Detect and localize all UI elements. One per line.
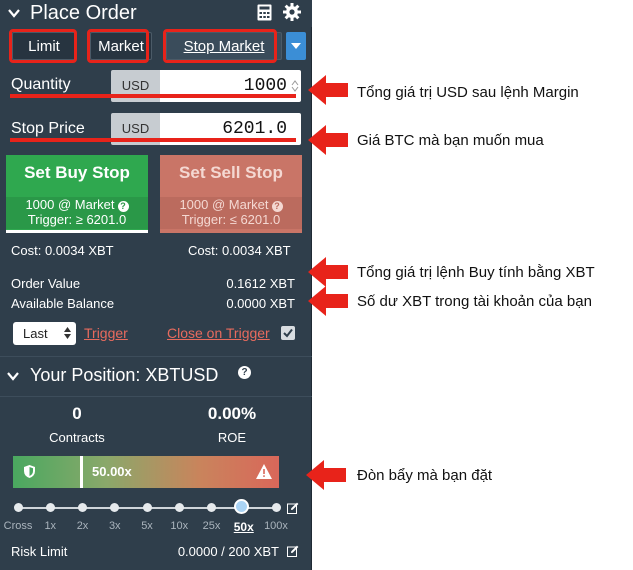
trigger-type-value: Last	[23, 326, 48, 341]
stop-price-label: Stop Price	[11, 120, 85, 137]
chevron-down-icon[interactable]	[7, 6, 21, 20]
arrow-left-icon	[308, 125, 348, 155]
leverage-bar[interactable]: 50.00x	[13, 456, 279, 488]
position-divider	[0, 396, 312, 397]
warning-icon	[256, 464, 272, 479]
order-value: 0.1612 XBT	[226, 276, 295, 291]
order-type-dropdown-button[interactable]	[286, 32, 306, 60]
available-balance-value: 0.0000 XBT	[226, 296, 295, 311]
tab-market[interactable]: Market	[90, 32, 152, 60]
leverage-slider-stop[interactable]	[142, 503, 152, 512]
section-divider	[0, 356, 312, 357]
leverage-slider-knob[interactable]	[234, 499, 249, 514]
leverage-tick-label[interactable]: 2x	[67, 520, 99, 532]
quantity-stepper-icon[interactable]	[291, 80, 299, 92]
sell-cost: Cost: 0.0034 XBT	[188, 243, 291, 258]
leverage-tick-label[interactable]: 50x	[228, 520, 260, 534]
leverage-tick-label[interactable]: 5x	[131, 520, 163, 532]
leverage-tick-label[interactable]: Cross	[2, 520, 34, 532]
trigger-type-select[interactable]: Last	[13, 322, 76, 345]
panel-title: Place Order	[30, 2, 137, 24]
position-title: Your Position: XBTUSD	[30, 365, 219, 385]
roe-label: ROE	[217, 430, 247, 445]
set-buy-stop-button[interactable]: Set Buy Stop 1000 @ Market? Trigger: ≥ 6…	[6, 155, 148, 233]
annotation-quantity: Tổng giá trị USD sau lệnh Margin	[357, 84, 579, 101]
leverage-tick-label[interactable]: 25x	[196, 520, 228, 532]
place-order-panel: Place Order Limit Market Stop Market Qua…	[0, 0, 312, 570]
buy-line2: Trigger: ≥ 6201.0	[27, 212, 127, 227]
gear-icon[interactable]	[283, 3, 301, 21]
arrow-left-icon	[308, 257, 348, 287]
help-icon[interactable]: ?	[238, 366, 251, 379]
leverage-slider-stop[interactable]	[13, 503, 23, 512]
sell-line2: Trigger: ≤ 6201.0	[181, 212, 281, 227]
leverage-tick-label[interactable]: 1x	[34, 520, 66, 532]
leverage-tick-label[interactable]: 3x	[99, 520, 131, 532]
leverage-slider-stop[interactable]	[174, 503, 184, 512]
arrow-left-icon	[306, 460, 346, 490]
leverage-value: 50.00x	[92, 464, 132, 479]
help-icon[interactable]: ?	[271, 201, 283, 212]
buy-line1: 1000 @ Market	[25, 197, 115, 212]
help-icon[interactable]: ?	[117, 201, 129, 212]
calculator-icon[interactable]	[257, 4, 272, 21]
quantity-label: Quantity	[11, 76, 71, 93]
set-sell-stop-button[interactable]: Set Sell Stop 1000 @ Market? Trigger: ≤ …	[160, 155, 302, 233]
leverage-slider-stop[interactable]	[110, 503, 120, 512]
arrow-left-icon	[308, 286, 348, 316]
leverage-tick-label[interactable]: 10x	[163, 520, 195, 532]
arrow-left-icon	[308, 75, 348, 105]
edit-icon[interactable]	[287, 545, 299, 557]
select-arrows-icon	[64, 327, 71, 339]
sell-button-details: 1000 @ Market? Trigger: ≤ 6201.0	[160, 197, 302, 229]
contracts-label: Contracts	[49, 430, 105, 445]
roe-value: 0.00%	[207, 404, 257, 423]
highlight-underline-stop-price	[10, 138, 296, 142]
order-value-label: Order Value	[11, 276, 81, 291]
check-icon	[283, 328, 293, 338]
trigger-link[interactable]: Trigger	[84, 325, 128, 341]
leverage-slider-stop[interactable]	[207, 503, 216, 512]
contracts-value: 0	[72, 404, 82, 423]
shield-icon	[24, 465, 35, 478]
risk-limit-label: Risk Limit	[11, 544, 68, 559]
buy-button-details: 1000 @ Market? Trigger: ≥ 6201.0	[6, 197, 148, 229]
leverage-slider-stop[interactable]	[45, 503, 55, 512]
annotation-stop-price: Giá BTC mà bạn muốn mua	[357, 132, 544, 149]
buy-cost: Cost: 0.0034 XBT	[11, 243, 114, 258]
tab-stop-market[interactable]: Stop Market	[166, 32, 282, 60]
buy-button-title: Set Buy Stop	[24, 163, 130, 182]
close-on-trigger-checkbox[interactable]	[281, 326, 295, 340]
leverage-slider-stop[interactable]	[271, 503, 281, 512]
leverage-tick-label[interactable]: 100x	[260, 520, 292, 532]
highlight-underline-quantity	[10, 94, 296, 98]
panel-header: Place Order	[0, 0, 312, 27]
risk-limit-value: 0.0000 / 200 XBT	[177, 544, 279, 559]
tab-limit[interactable]: Limit	[12, 32, 76, 60]
order-type-tabs: Limit Market Stop Market	[6, 31, 306, 61]
edit-icon[interactable]	[287, 502, 299, 514]
annotation-order-value: Tổng giá trị lệnh Buy tính bằng XBT	[357, 264, 595, 281]
leverage-marker[interactable]	[80, 456, 83, 488]
sell-line1: 1000 @ Market	[179, 197, 269, 212]
buy-button-underline	[6, 230, 148, 233]
annotation-leverage: Đòn bẩy mà bạn đặt	[357, 467, 493, 484]
leverage-slider-stop[interactable]	[78, 503, 87, 512]
caret-down-icon	[291, 43, 301, 49]
close-on-trigger-link[interactable]: Close on Trigger	[167, 325, 270, 341]
annotation-balance: Số dư XBT trong tài khoản của bạn	[357, 293, 592, 310]
available-balance-label: Available Balance	[11, 296, 115, 311]
chevron-down-icon[interactable]	[6, 370, 20, 382]
sell-button-title: Set Sell Stop	[179, 163, 283, 182]
